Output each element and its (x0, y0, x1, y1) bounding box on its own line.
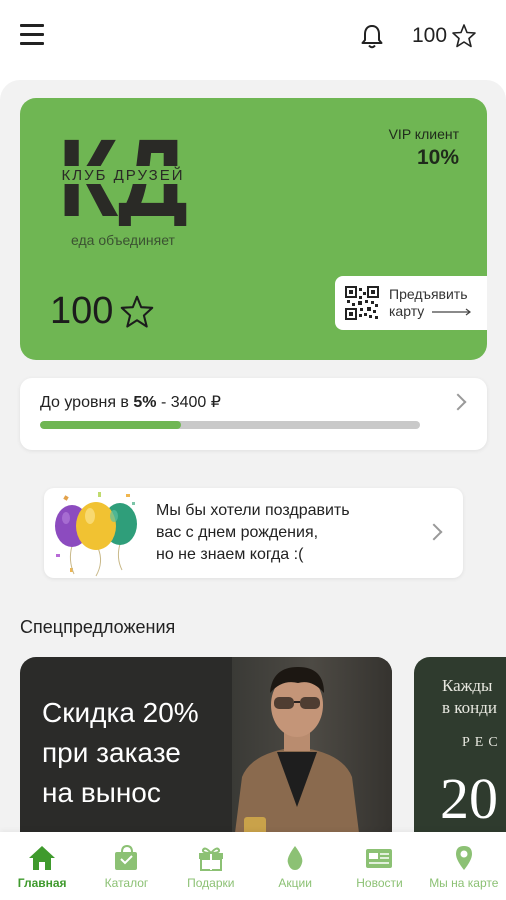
show-card-line2: карту (389, 303, 425, 319)
chevron-right-icon (449, 393, 467, 411)
home-icon (29, 846, 56, 870)
show-card-text: Предъявить карту (389, 286, 472, 320)
nav-item-home[interactable]: Главная (0, 832, 84, 900)
nav-item-catalog[interactable]: Каталог (84, 832, 168, 900)
arrow-right-icon (432, 308, 472, 315)
nav-label-map: Мы на карте (429, 876, 499, 890)
nav-item-promotions[interactable]: Акции (253, 832, 337, 900)
qr-code-icon (345, 286, 379, 320)
club-logo: КД КЛУБ ДРУЗЕЙ (58, 117, 188, 226)
catalog-bag-icon (115, 844, 138, 870)
points-value: 100 (412, 24, 448, 47)
show-card-button[interactable]: Предъявить карту (335, 276, 487, 330)
level-progress-bar (40, 421, 420, 429)
points-counter[interactable]: 100 (412, 22, 477, 50)
bottom-navigation: Главная Каталог Подарки Акции Новости Мы… (0, 832, 506, 900)
birthday-card[interactable]: Мы бы хотели поздравить вас с днем рожде… (44, 488, 463, 578)
top-bar: 100 (0, 0, 506, 80)
nav-item-news[interactable]: Новости (337, 832, 421, 900)
star-icon (121, 295, 154, 328)
logo-subtitle: КЛУБ ДРУЗЕЙ (61, 166, 184, 184)
tagline: еда объединяет (71, 232, 175, 248)
gift-icon (198, 847, 223, 871)
nav-label-promotions: Акции (278, 876, 312, 890)
promo2-big-number: 20 (440, 766, 498, 831)
level-progress-fill (40, 421, 181, 429)
nav-item-gifts[interactable]: Подарки (169, 832, 253, 900)
nav-label-news: Новости (356, 876, 403, 890)
map-pin-icon (455, 846, 472, 870)
show-card-line1: Предъявить (389, 286, 468, 302)
nav-label-catalog: Каталог (104, 876, 149, 890)
nav-label-home: Главная (17, 876, 67, 890)
level-progress-card[interactable]: До уровня в 5% - 3400 ₽ (20, 378, 487, 450)
level-progress-text: До уровня в 5% - 3400 ₽ (40, 394, 221, 411)
promo-headline: Скидка 20% при заказе на вынос (42, 697, 199, 808)
promo-card-confectionery[interactable]: Кажды в конди РЕС 20 (414, 657, 506, 832)
card-points: 100 (50, 290, 155, 333)
promo2-text: Кажды в конди (442, 676, 498, 717)
star-icon (452, 24, 476, 48)
vip-label: VIP клиент (388, 126, 459, 142)
vip-discount: 10% (416, 146, 459, 169)
promo2-brand: РЕС (462, 735, 503, 750)
balloons-icon (55, 492, 137, 577)
birthday-message: Мы бы хотели поздравить вас с днем рожде… (156, 502, 350, 563)
chevron-right-icon (425, 523, 443, 541)
loyalty-card[interactable]: КД КЛУБ ДРУЗЕЙ еда объединяет VIP клиент… (20, 98, 487, 360)
flame-drop-icon (287, 846, 303, 870)
specials-title: Спецпредложения (20, 617, 176, 637)
menu-icon[interactable] (20, 24, 44, 46)
bell-icon[interactable] (358, 22, 386, 50)
news-icon (366, 849, 393, 868)
nav-label-gifts: Подарки (187, 876, 235, 890)
main-content[interactable]: КД КЛУБ ДРУЗЕЙ еда объединяет VIP клиент… (0, 80, 506, 832)
card-points-value: 100 (50, 290, 114, 332)
nav-item-map[interactable]: Мы на карте (422, 832, 506, 900)
promo-card-takeaway[interactable]: Скидка 20% при заказе на вынос (20, 657, 392, 832)
